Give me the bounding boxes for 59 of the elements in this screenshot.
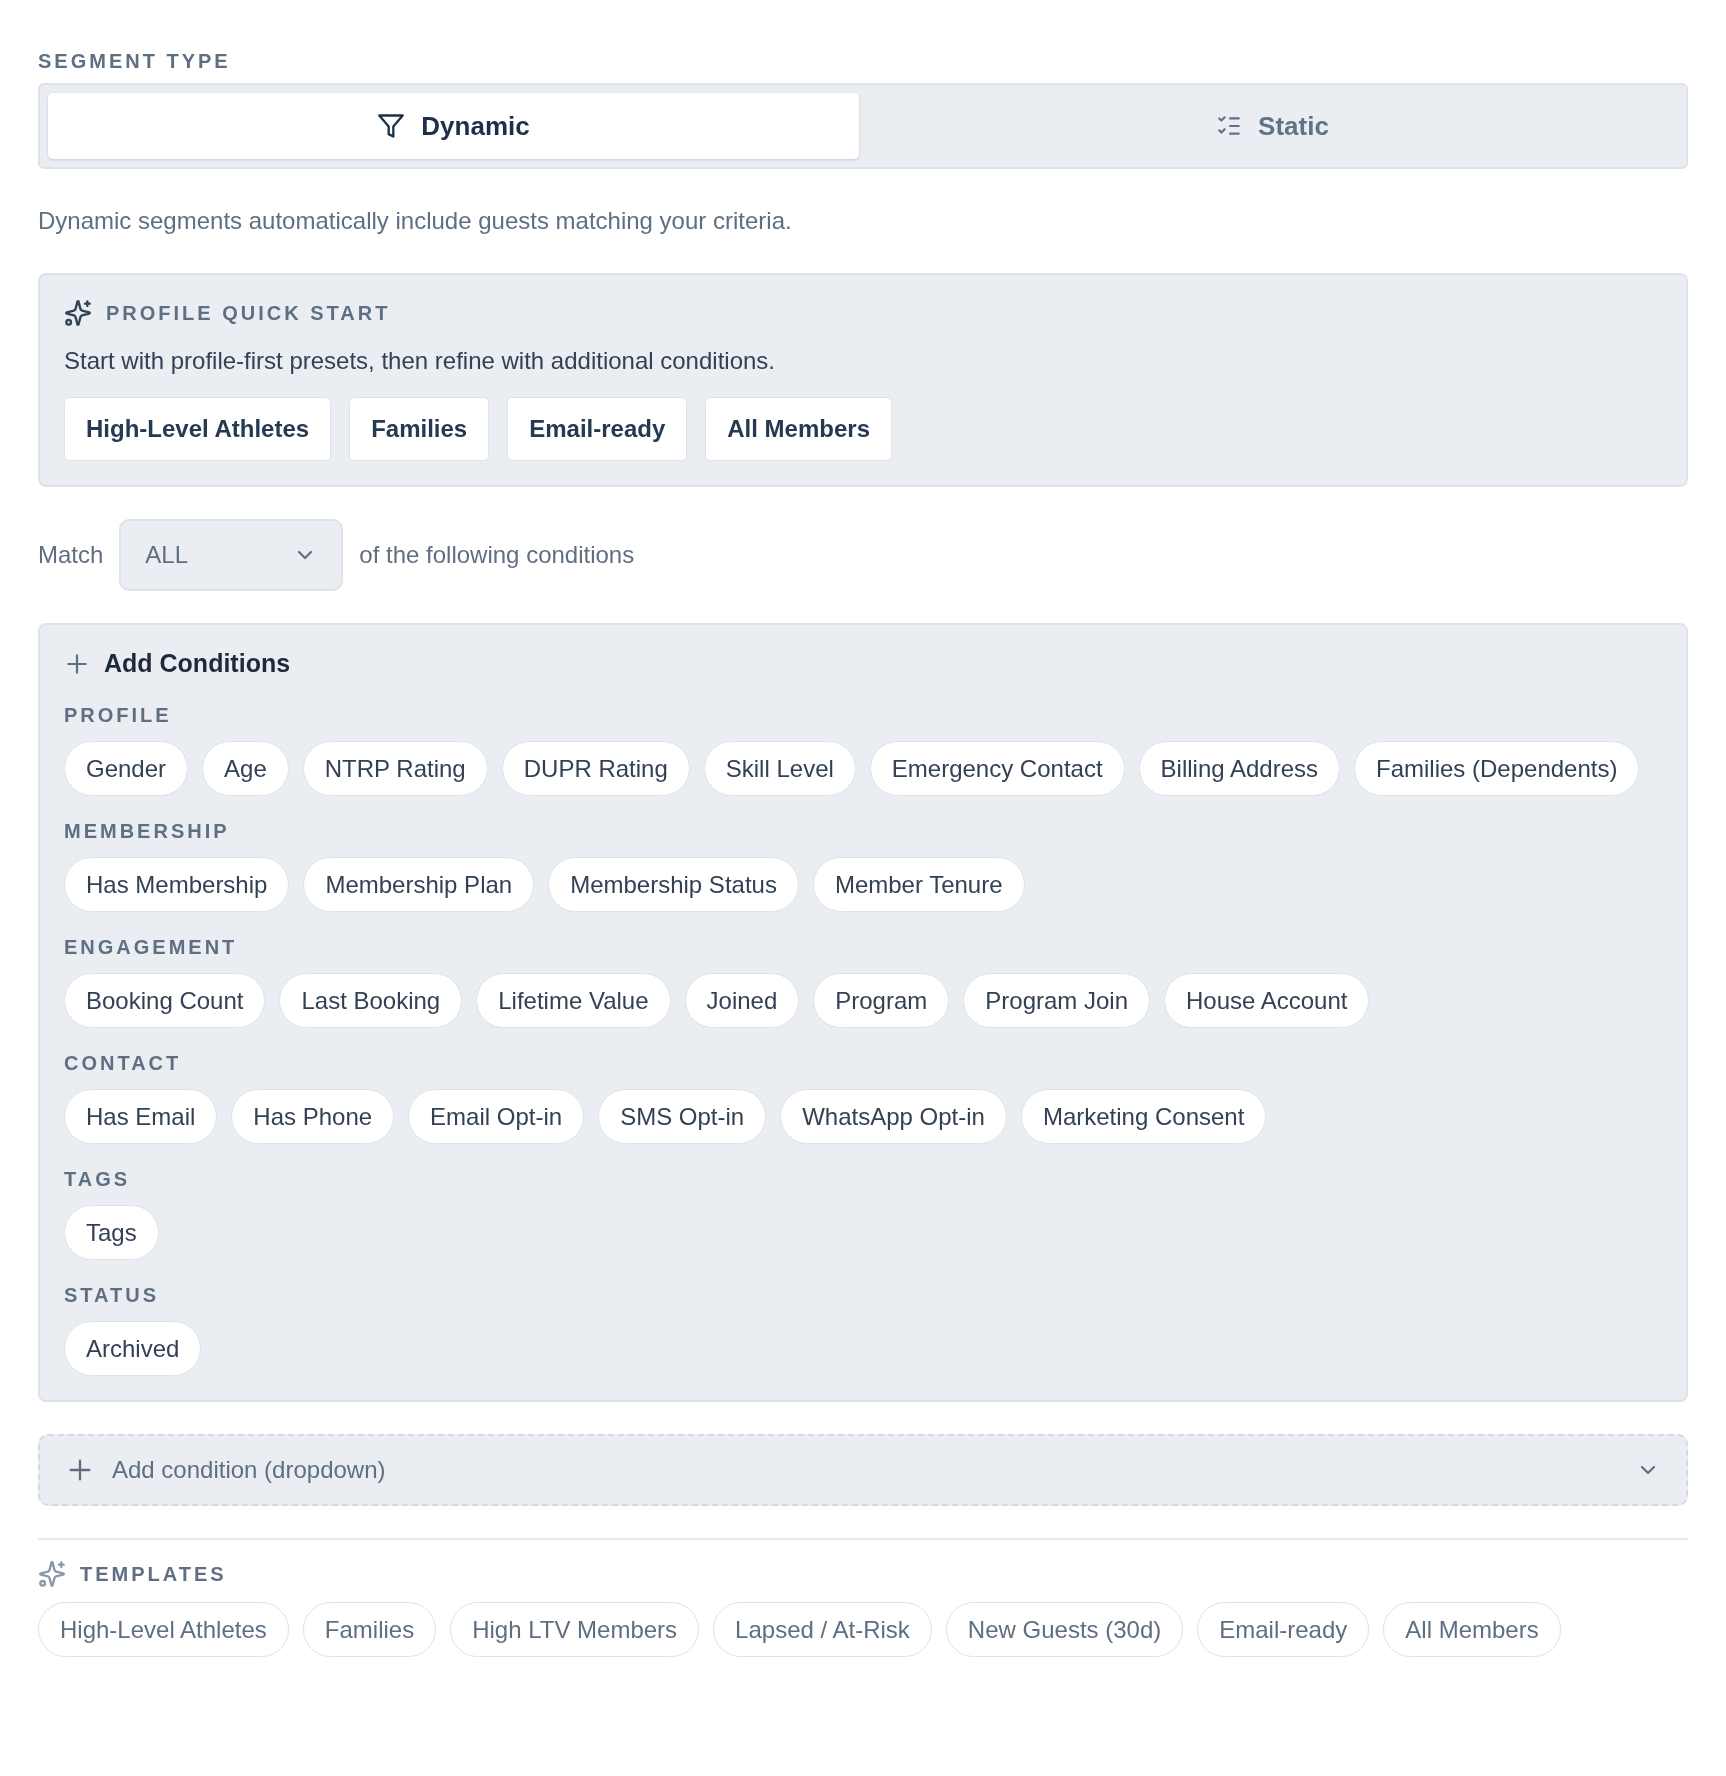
condition-chip[interactable]: House Account [1164,973,1370,1028]
template-chip[interactable]: All Members [1383,1602,1561,1657]
group-label: TAGS [64,1168,132,1191]
add-condition-dropdown[interactable]: Add condition (dropdown) [38,1434,1688,1506]
condition-chip[interactable]: Age [202,741,289,796]
match-select[interactable]: ALL [119,519,344,591]
condition-chip[interactable]: Has Email [64,1089,218,1144]
sparkles-icon [38,1560,66,1588]
group-label: PROFILE [64,704,173,727]
group-label: STATUS [64,1284,161,1307]
section-label: SEGMENT TYPE [38,50,232,73]
condition-chip[interactable]: Lifetime Value [476,973,671,1028]
condition-chip[interactable]: Skill Level [703,741,856,796]
template-chip[interactable]: High LTV Members [450,1602,700,1657]
group-label: MEMBERSHIP [64,820,231,843]
group-label: ENGAGEMENT [64,936,239,959]
template-chip[interactable]: Families [302,1602,437,1657]
condition-chip[interactable]: Tags [64,1205,159,1260]
condition-chip[interactable]: Last Booking [279,973,463,1028]
templates-title: TEMPLATES [80,1562,227,1586]
preset-button[interactable]: Families [349,397,490,461]
preset-button[interactable]: All Members [705,397,892,461]
panel-text: Start with profile-first presets, then refine with additional conditions. [64,347,776,375]
filter-icon [377,112,406,140]
condition-chip[interactable]: DUPR Rating [501,741,690,796]
panel-title: PROFILE QUICK START [106,301,391,325]
condition-chip[interactable]: Emergency Contact [869,741,1125,796]
condition-chip[interactable]: Has Membership [64,857,290,912]
segment-type-tab[interactable]: Dynamic [48,93,859,159]
condition-chip[interactable]: Gender [64,741,189,796]
condition-chip[interactable]: Program Join [963,973,1151,1028]
condition-chip[interactable]: Has Phone [231,1089,395,1144]
template-chip[interactable]: Lapsed / At-Risk [713,1602,932,1657]
condition-chip[interactable]: Booking Count [64,973,266,1028]
match-label: Match [38,541,104,569]
template-chip[interactable]: Email-ready [1197,1602,1370,1657]
sparkles-icon [64,299,92,327]
condition-chip[interactable]: Membership Plan [303,857,535,912]
match-suffix: of the following conditions [359,541,635,569]
condition-chip[interactable]: Archived [64,1321,202,1376]
condition-chip[interactable]: SMS Opt-in [598,1089,767,1144]
description-text: Dynamic segments automatically include guests matching your criteria. [38,207,793,235]
condition-chip[interactable]: WhatsApp Opt-in [780,1089,1007,1144]
preset-button[interactable]: High-Level Athletes [64,397,332,461]
condition-chip[interactable]: Marketing Consent [1020,1089,1267,1144]
preset-button[interactable]: Email-ready [507,397,688,461]
condition-chip[interactable]: Joined [684,973,800,1028]
condition-chip[interactable]: NTRP Rating [302,741,488,796]
panel-title: Add Conditions [104,649,291,678]
condition-chip[interactable]: Program [813,973,950,1028]
condition-chip[interactable]: Billing Address [1138,741,1340,796]
condition-chip[interactable]: Membership Status [548,857,799,912]
group-label: CONTACT [64,1052,183,1075]
template-chip[interactable]: High-Level Athletes [38,1602,289,1657]
segment-type-tab[interactable]: Static [867,93,1678,159]
template-chip[interactable]: New Guests (30d) [945,1602,1184,1657]
condition-chip[interactable]: Families (Dependents) [1354,741,1640,796]
condition-chip[interactable]: Email Opt-in [408,1089,585,1144]
condition-chip[interactable]: Member Tenure [812,857,1025,912]
